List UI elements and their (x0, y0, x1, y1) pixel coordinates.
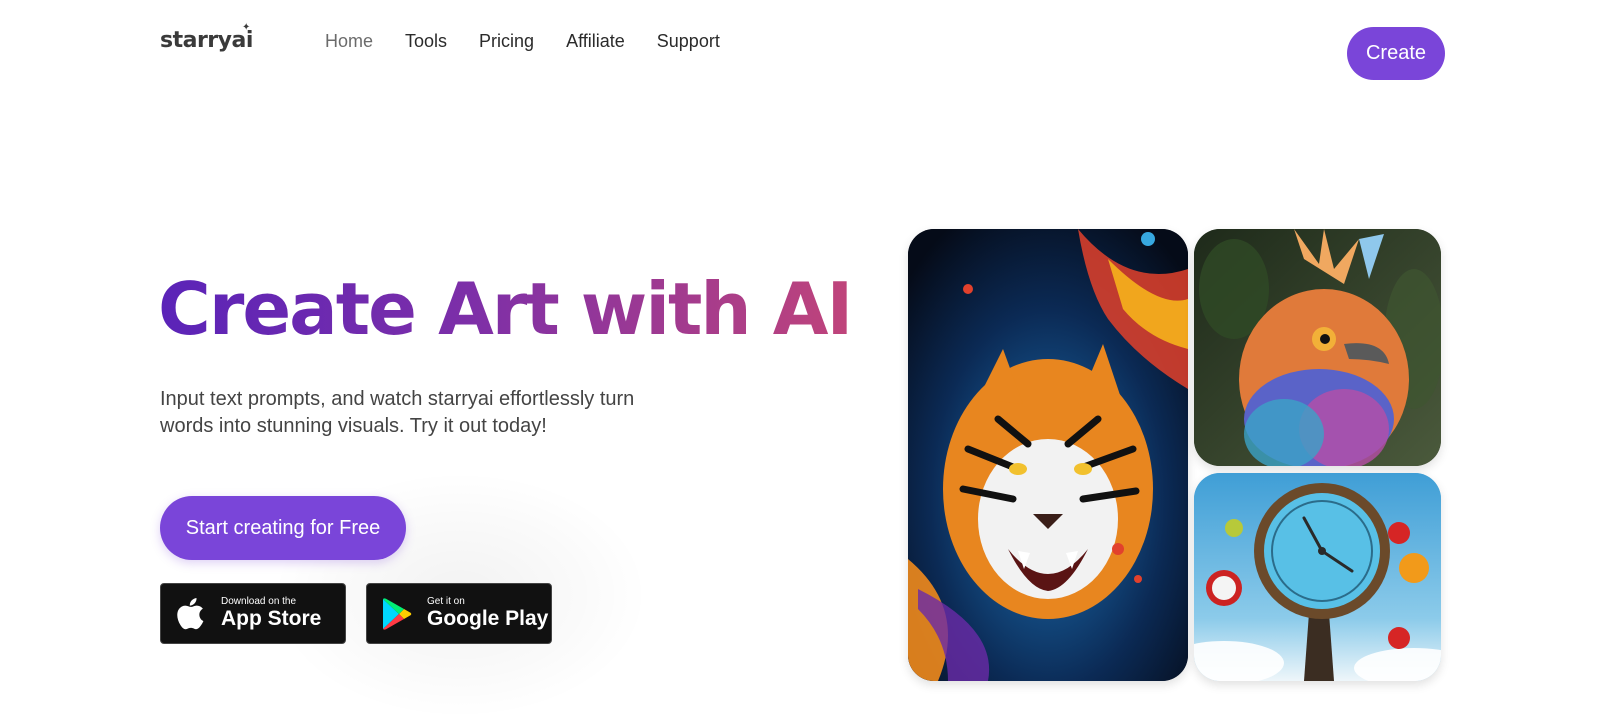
starryai-logo[interactable]: starryai ✦ (160, 22, 253, 53)
nav-item-home[interactable]: Home (325, 31, 373, 52)
nav-menu: Home Tools Pricing Affiliate Support (325, 31, 720, 52)
top-navbar: starryai ✦ Home Tools Pricing Affiliate … (0, 0, 1600, 100)
tiger-artwork-image (908, 229, 1188, 681)
sparkle-icon: ✦ (242, 22, 250, 33)
clock-artwork-image (1194, 473, 1441, 681)
start-creating-button[interactable]: Start creating for Free (160, 496, 406, 560)
hero-title: Create Art with AI (158, 267, 853, 351)
nav-item-support[interactable]: Support (657, 31, 720, 52)
hero-subtitle: Input text prompts, and watch starryai e… (160, 388, 635, 437)
create-button[interactable]: Create (1347, 27, 1445, 80)
google-play-badge[interactable]: Get it on Google Play (366, 583, 552, 644)
google-play-icon (367, 597, 427, 630)
google-play-label: Google Play (427, 607, 549, 630)
nav-item-pricing[interactable]: Pricing (479, 31, 534, 52)
google-play-small-text: Get it on (427, 596, 465, 607)
bird-artwork-image (1194, 229, 1441, 466)
apple-icon (161, 597, 221, 630)
google-play-text: Get it on Google Play (427, 596, 548, 631)
logo-text: starryai (160, 28, 253, 53)
nav-item-tools[interactable]: Tools (405, 31, 447, 52)
app-store-label: App Store (221, 607, 322, 630)
app-store-badge[interactable]: Download on the App Store (160, 583, 346, 644)
app-store-text: Download on the App Store (221, 596, 321, 631)
nav-item-affiliate[interactable]: Affiliate (566, 31, 625, 52)
app-store-small-text: Download on the (221, 596, 297, 607)
